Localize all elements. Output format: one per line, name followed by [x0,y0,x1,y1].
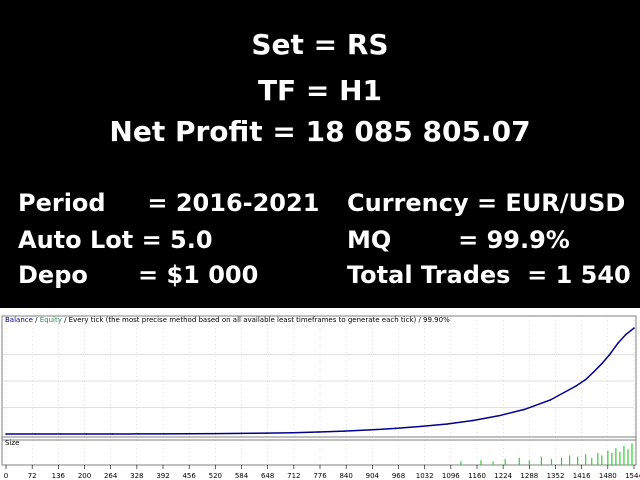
balance-point [111,433,114,435]
x-tick-label: 1224 [494,472,512,480]
x-tick-label: 200 [78,472,91,480]
balance-point [592,371,595,373]
balance-point [394,427,397,430]
balance-point [472,419,474,422]
balance-point [137,433,139,435]
balance-point [163,433,165,435]
mq-stat: MQ = 99.9% [347,226,570,254]
balance-point [343,430,345,432]
x-tick-label: 520 [209,472,222,480]
x-tick-label: 648 [261,472,274,480]
x-tick-label: 328 [130,472,143,480]
balance-point [625,333,627,336]
x-tick-label: 0 [4,472,8,480]
balance-point [584,378,587,381]
balance-point [291,431,294,434]
depo-stat: Depo = $1 000 [18,261,259,289]
x-tick-label: 1032 [416,472,434,480]
period-stat: Period = 2016-2021 [18,189,320,217]
balance-point [214,432,217,435]
legend-balance: Balance [5,316,33,324]
balance-point [575,385,577,387]
size-label: Size [5,439,19,447]
timeframe-title: TF = H1 [257,74,383,107]
x-tick-label: 1416 [573,472,591,480]
balance-point [59,433,62,435]
x-tick-label: 1096 [442,472,460,480]
balance-point [633,327,635,329]
x-tick-label: 584 [235,472,249,480]
main-plot-frame [1,315,637,441]
x-tick-label: 1544 [625,472,640,480]
balance-point [549,399,552,401]
x-tick-label: 840 [339,472,352,480]
balance-chart: Balance / Equity / Every tick (the most … [1,315,640,480]
balance-point [446,423,449,425]
balance-point [85,433,88,435]
x-tick-label: 904 [366,472,380,480]
set-title: Set = RS [251,28,389,61]
x-tick-label: 72 [28,472,37,480]
chart-legend: Balance / Equity / Every tick (the most … [5,316,450,324]
x-tick-label: 776 [313,472,327,480]
x-tick-label: 1160 [468,472,486,480]
balance-point [240,432,242,435]
balance-point [609,353,611,356]
size-bars [460,443,633,465]
balance-point [420,425,423,428]
x-tick-label: 968 [392,472,405,480]
balance-point [34,433,36,435]
balance-point [266,432,268,434]
backtest-chart-panel: Balance / Equity / Every tick (the most … [0,308,640,480]
net-profit-title: Net Profit = 18 085 805.07 [109,115,531,148]
currency-stat: Currency = EUR/USD [347,189,626,217]
legend-equity: Equity [40,316,62,324]
balance-point [369,429,371,431]
balance-point [5,433,7,435]
x-tick-label: 1352 [547,472,565,480]
balance-point [188,432,191,435]
auto-lot-stat: Auto Lot = 5.0 [18,226,213,254]
x-tick-label: 712 [287,472,300,480]
legend-description: / Every tick (the most precise method ba… [62,316,450,324]
balance-point [317,431,320,433]
balance-point [497,415,500,417]
balance-point [600,362,603,365]
x-tick-label: 392 [156,472,169,480]
x-tick-label: 1480 [599,472,617,480]
x-axis-ticks: 0 72 136 200 264 328 392 456 520 584 648 712 776 840 9… [4,465,640,480]
total-trades-stat: Total Trades = 1 540 [347,261,631,289]
chart-grid [2,316,635,465]
balance-point [617,342,619,345]
x-tick-label: 136 [52,472,66,480]
balance-point [523,408,526,411]
x-tick-label: 264 [104,472,118,480]
x-tick-label: 456 [182,472,196,480]
x-tick-label: 1288 [520,472,538,480]
